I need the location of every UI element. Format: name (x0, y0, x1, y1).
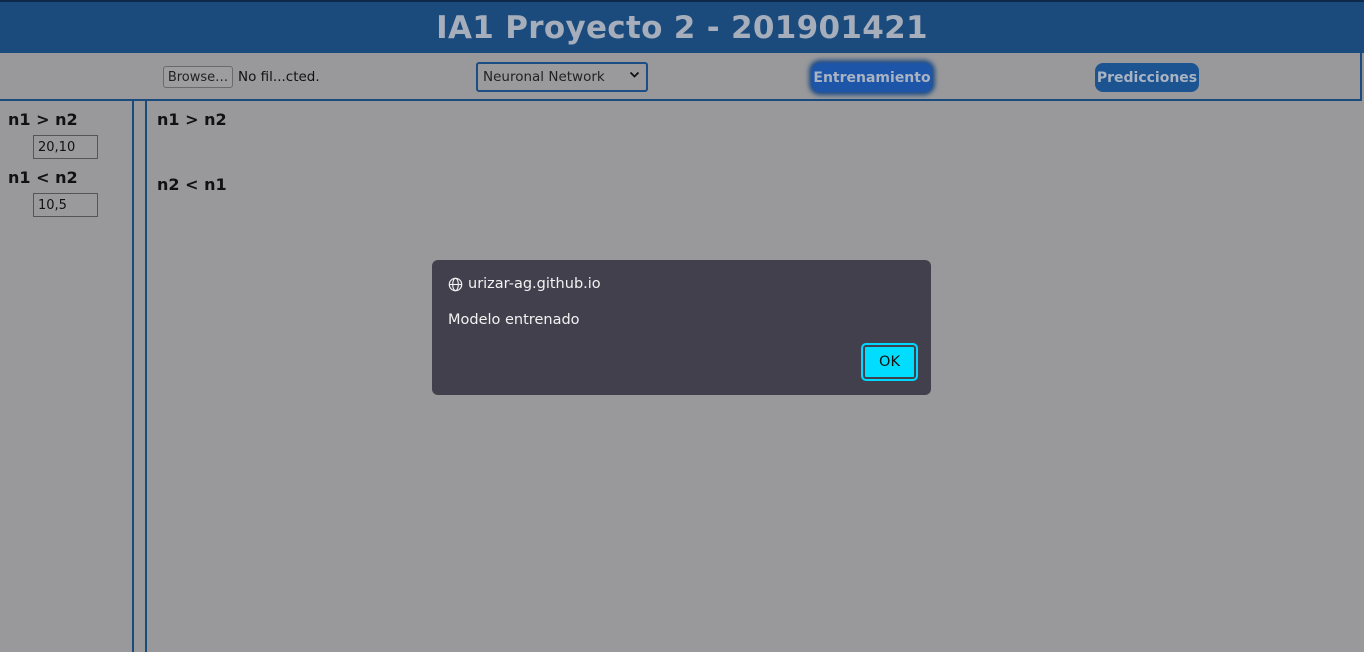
model-select-value: Neuronal Network (483, 69, 605, 85)
sidebar-label-n1-gt-n2: n1 > n2 (8, 110, 78, 129)
page-header: IA1 Proyecto 2 - 201901421 (0, 0, 1364, 53)
browse-button[interactable]: Browse… (163, 66, 233, 88)
sidebar-label-n1-lt-n2: n1 < n2 (8, 168, 78, 187)
dialog-message: Modelo entrenado (448, 312, 580, 328)
result-label-n2-lt-n1: n2 < n1 (157, 175, 227, 194)
input-n1-lt-n2[interactable]: 10,5 (33, 193, 98, 217)
panel-divider (145, 101, 147, 652)
ok-button[interactable]: OK (861, 343, 918, 381)
file-status-text: No fil...cted. (238, 69, 320, 85)
alert-dialog: urizar-ag.github.io Modelo entrenado OK (432, 260, 931, 395)
input-n1-gt-n2[interactable]: 20,10 (33, 135, 98, 159)
chevron-down-icon (629, 69, 640, 83)
train-button[interactable]: Entrenamiento (812, 63, 932, 92)
result-label-n1-gt-n2: n1 > n2 (157, 110, 227, 129)
dialog-origin-text: urizar-ag.github.io (468, 276, 601, 292)
globe-icon (448, 277, 463, 291)
sidebar: n1 > n2 20,10 n1 < n2 10,5 (0, 101, 134, 652)
page-title: IA1 Proyecto 2 - 201901421 (436, 9, 928, 46)
dialog-origin: urizar-ag.github.io (448, 276, 601, 292)
model-select[interactable]: Neuronal Network (476, 62, 648, 92)
predict-button[interactable]: Predicciones (1095, 63, 1199, 92)
toolbar: Browse… No fil...cted. Neuronal Network … (0, 53, 1362, 101)
